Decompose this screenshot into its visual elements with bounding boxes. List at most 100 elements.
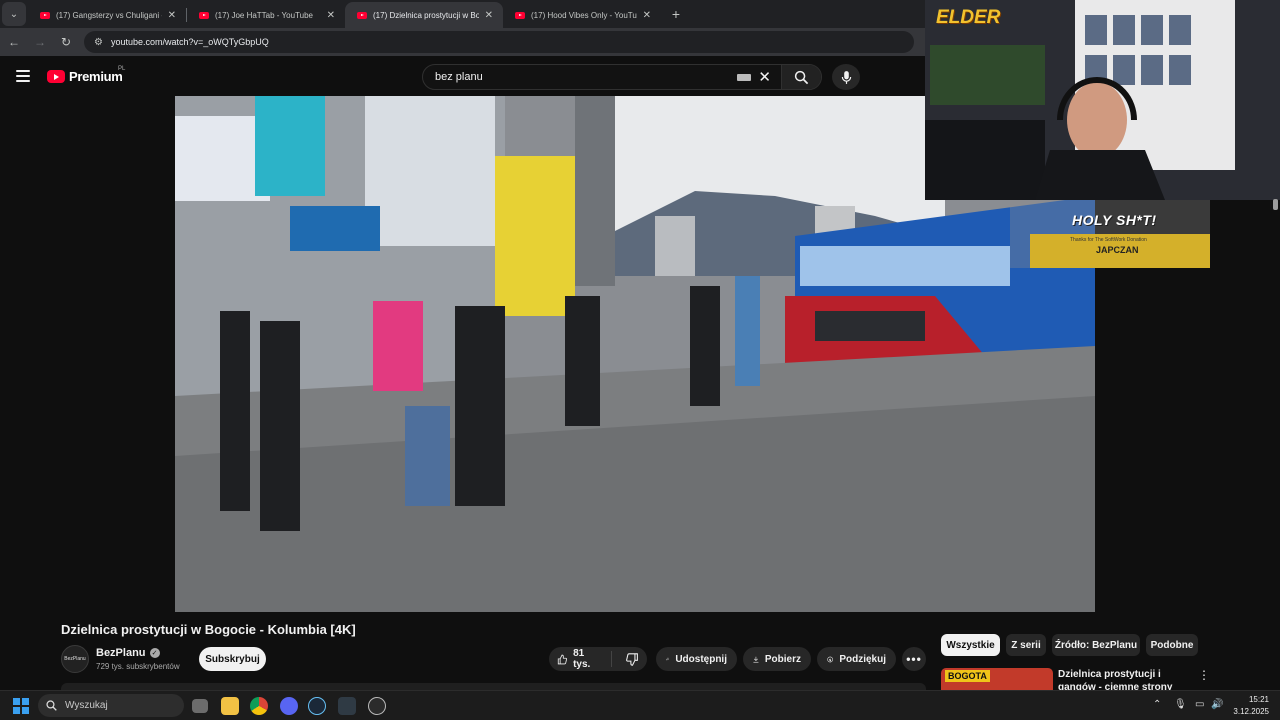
page-scrollbar[interactable] [1273,199,1278,210]
video-title: Dzielnica prostytucji w Bogocie - Kolumb… [61,622,356,637]
tab-close-icon[interactable]: ✕ [485,10,493,21]
dislike-button[interactable] [618,647,647,671]
tab-title: (17) Gangsterzy vs Chuligani - ... [56,10,162,20]
chip-similar[interactable]: Podobne [1146,634,1198,656]
youtube-favicon-icon [515,11,525,19]
search-input[interactable]: bez planu [423,71,737,83]
tab-close-icon[interactable]: ✕ [168,10,176,21]
keyboard-icon[interactable] [737,73,752,81]
thanks-label: Podziękuj [839,653,886,665]
channel-avatar[interactable]: BezPlanu [61,645,89,673]
back-arrow-icon[interactable]: ← [2,30,26,54]
chip-all[interactable]: Wszystkie [941,634,1000,656]
streamer-facecam [925,0,1280,200]
like-count: 81 tys. [573,648,591,670]
windows-taskbar: Wyszukaj ⌃ 🎙 ▭ 🔊 15:21 3.12.2025 [0,690,1280,720]
tab-close-icon[interactable]: ✕ [327,10,335,21]
like-divider [611,651,612,667]
thumbs-down-icon [626,652,638,666]
recommended-video-thumbnail[interactable]: BOGOTA [941,668,1053,690]
new-tab-plus-icon[interactable]: + [665,3,687,25]
channel-name-text: BezPlanu [96,647,146,659]
hamburger-menu-icon[interactable] [16,70,30,82]
tab-title: (17) Dzielnica prostytucji w Bog... [373,10,479,20]
alert-username: JAPCZAN [1096,245,1139,255]
browser-tab-bar: ⌄ (17) Gangsterzy vs Chuligani - ... ✕ (… [0,0,925,28]
avatar-text: BezPlanu [64,656,86,662]
taskbar-clock[interactable]: 15:21 3.12.2025 [1229,694,1269,718]
subscriber-count: 729 tys. subskrybentów [96,662,180,671]
svg-text:$: $ [829,657,832,661]
tray-chevron-icon[interactable]: ⌃ [1153,699,1161,710]
discord-icon[interactable] [280,697,298,715]
thumbs-up-icon [557,654,568,664]
like-button[interactable]: 81 tys. [549,647,605,671]
reload-icon[interactable]: ↻ [54,30,78,54]
browser-tab[interactable]: (17) Gangsterzy vs Chuligani - ... ✕ [28,2,186,28]
address-url: youtube.com/watch?v=_oWQTyGbpUQ [110,37,269,47]
channel-name[interactable]: BezPlanu ✓ [96,647,160,659]
windows-start-icon[interactable] [13,698,29,714]
description-box[interactable] [61,683,926,690]
youtube-favicon-icon [199,11,209,19]
download-button[interactable]: Pobierz [743,647,811,671]
region-code: PL [118,66,126,72]
tab-close-icon[interactable]: ✕ [643,10,651,21]
subscribe-button[interactable]: Subskrybuj [199,647,266,671]
thumbnail-tag: BOGOTA [945,670,990,682]
donation-alert: HOLY SH*T! Thanks for The SoftWork Donat… [1010,200,1210,268]
alert-message: Thanks for The SoftWork Donation [1070,237,1147,243]
microphone-icon [841,70,851,84]
share-button[interactable]: Udostępnij [656,647,737,671]
search-icon [46,700,57,711]
verified-check-icon: ✓ [149,648,160,658]
streamer-logo: ELDER [936,7,1001,28]
thanks-button[interactable]: $ Podziękuj [817,647,896,671]
more-horizontal-icon: ••• [906,652,922,666]
site-settings-icon[interactable]: ⚙ [94,37,103,48]
tab-title: (17) Hood Vibes Only - YouTub... [531,10,637,20]
address-bar[interactable]: ⚙ youtube.com/watch?v=_oWQTyGbpUQ [84,31,914,53]
tab-title: (17) Joe HaTTab - YouTube [215,10,313,20]
search-button[interactable] [781,65,821,89]
download-icon [753,656,759,663]
task-view-icon[interactable] [192,699,208,713]
taskbar-search-placeholder: Wyszukaj [65,700,108,711]
app-icon[interactable] [338,697,356,715]
more-actions-button[interactable]: ••• [902,647,926,671]
microphone-tray-icon[interactable]: 🎙 [1174,699,1187,710]
youtube-play-logo-icon [47,70,65,83]
recommended-video-title[interactable]: Dzielnica prostytucji i gangów - ciemne … [1058,668,1198,690]
taskbar-search[interactable]: Wyszukaj [38,694,184,717]
voice-search-button[interactable] [832,64,860,90]
download-label: Pobierz [764,653,801,665]
steam-icon[interactable] [308,697,326,715]
chrome-icon[interactable] [250,697,268,715]
forward-arrow-icon[interactable]: → [28,30,52,54]
search-box: bez planu ✕ [422,64,822,90]
search-icon [794,70,809,84]
chip-source[interactable]: Źródło: BezPlanu [1052,634,1140,656]
browser-tab-active[interactable]: (17) Dzielnica prostytucji w Bog... ✕ [345,2,503,28]
chip-series[interactable]: Z serii [1006,634,1046,656]
browser-tab[interactable]: (17) Joe HaTTab - YouTube ✕ [187,2,345,28]
network-icon[interactable]: ▭ [1195,699,1204,710]
clock-time: 15:21 [1248,695,1269,704]
recommendation-menu-icon[interactable]: ⋮ [1198,668,1210,682]
alert-title: HOLY SH*T! [1072,212,1157,228]
file-explorer-icon[interactable] [221,697,239,715]
youtube-favicon-icon [357,11,367,19]
like-dislike-group: 81 tys. [549,647,647,671]
share-label: Udostępnij [675,653,727,665]
browser-toolbar: ← → ↻ ⚙ youtube.com/watch?v=_oWQTyGbpUQ [0,28,925,56]
logo-text: Premium [69,69,123,84]
clear-search-icon[interactable]: ✕ [758,70,771,85]
browser-tab[interactable]: (17) Hood Vibes Only - YouTub... ✕ [503,2,661,28]
volume-icon[interactable]: 🔊 [1211,699,1223,710]
youtube-premium-logo[interactable]: Premium PL [47,66,126,84]
tab-search-button[interactable]: ⌄ [2,2,26,26]
obs-icon[interactable] [368,697,386,715]
facecam-image [925,0,1280,200]
youtube-favicon-icon [40,11,50,19]
thanks-dollar-icon: $ [827,656,833,662]
